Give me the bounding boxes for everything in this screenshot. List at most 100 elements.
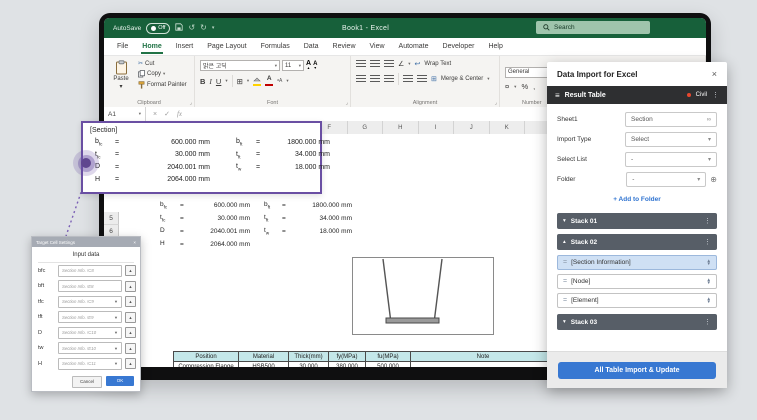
insert-function-icon[interactable]: fx xyxy=(177,110,182,118)
comma-format-button[interactable]: , xyxy=(533,82,535,91)
tab-automate[interactable]: Automate xyxy=(392,38,436,55)
stack-02-header[interactable]: ▴ Stack 02 ⋮ xyxy=(557,234,717,250)
stack-menu-icon[interactable]: ⋮ xyxy=(704,217,711,225)
drag-handle-icon[interactable]: = xyxy=(563,297,567,304)
stack-item-element[interactable]: = [Element] ▲▼ xyxy=(557,293,717,308)
paste-button[interactable]: Paste▾ xyxy=(109,60,133,96)
font-color-button[interactable]: A xyxy=(265,76,273,86)
cell-ref-select[interactable]: Section Info. !E9▼ xyxy=(58,311,122,323)
pick-cell-button[interactable]: ▲ xyxy=(125,296,136,307)
font-dialog-launcher-icon[interactable]: ⌟ xyxy=(346,100,348,106)
autosave-toggle[interactable]: Off xyxy=(146,23,170,34)
cell-ref-input[interactable]: Section Info. !C8 xyxy=(58,265,122,277)
number-format-select[interactable]: General▾ xyxy=(505,67,553,78)
reorder-icon[interactable]: ▲▼ xyxy=(707,260,711,265)
merge-center-button[interactable]: Merge & Center xyxy=(441,76,483,82)
pick-cell-button[interactable]: ▲ xyxy=(125,281,136,292)
drag-handle-icon[interactable]: = xyxy=(563,278,567,285)
drag-handle-icon[interactable]: = xyxy=(563,259,567,266)
cell-ref-input[interactable]: Section Info. !E8 xyxy=(58,280,122,292)
tab-developer[interactable]: Developer xyxy=(436,38,482,55)
reorder-icon[interactable]: ▲▼ xyxy=(707,298,711,303)
hamburger-icon[interactable]: ≡ xyxy=(555,91,560,100)
cell-ref-select[interactable]: Section Info. !C9▼ xyxy=(58,296,122,308)
cell-ref-select[interactable]: Section Info. !C10▼ xyxy=(58,327,122,339)
undo-icon[interactable]: ↺ xyxy=(188,24,195,32)
borders-button[interactable]: ⊞ xyxy=(237,77,243,86)
add-to-folder-link[interactable]: + Add to Folder xyxy=(557,196,717,203)
increase-indent-button[interactable] xyxy=(417,75,427,83)
stack-menu-icon[interactable]: ⋮ xyxy=(704,238,711,246)
pick-cell-button[interactable]: ▲ xyxy=(125,358,136,369)
tab-page-layout[interactable]: Page Layout xyxy=(200,38,253,55)
more-menu-icon[interactable]: ⋮ xyxy=(712,91,719,99)
all-table-import-button[interactable]: All Table Import & Update xyxy=(558,362,716,379)
column-header-k[interactable]: K xyxy=(490,121,526,134)
column-header-j[interactable]: J xyxy=(454,121,490,134)
bold-button[interactable]: B xyxy=(200,77,205,86)
align-left-button[interactable] xyxy=(356,75,366,83)
clipboard-dialog-launcher-icon[interactable]: ⌟ xyxy=(190,100,192,106)
row-header-5[interactable]: 5 xyxy=(104,212,119,225)
tab-view[interactable]: View xyxy=(363,38,392,55)
stack-03-header[interactable]: ▾ Stack 03 ⋮ xyxy=(557,314,717,330)
cell-ref-select[interactable]: Section Info. !C11▼ xyxy=(58,358,122,370)
italic-button[interactable]: I xyxy=(209,77,212,86)
name-box[interactable]: A1▾ xyxy=(104,107,146,121)
stack-item-node[interactable]: = [Node] ▲▼ xyxy=(557,274,717,289)
decrease-font-button[interactable]: A▼ xyxy=(313,61,317,71)
import-type-select[interactable]: Select▾ xyxy=(625,132,717,147)
align-right-button[interactable] xyxy=(384,75,394,83)
align-center-button[interactable] xyxy=(370,75,380,83)
folder-select[interactable]: -▾ xyxy=(626,172,706,187)
format-painter-button[interactable]: Format Painter xyxy=(138,81,187,89)
cut-button[interactable]: ✂Cut xyxy=(138,60,187,67)
tab-data[interactable]: Data xyxy=(297,38,326,55)
ok-button[interactable]: OK xyxy=(106,376,134,386)
reorder-icon[interactable]: ▲▼ xyxy=(707,279,711,284)
column-header-i[interactable]: I xyxy=(419,121,455,134)
ribbon-options-icon[interactable]: ▾ xyxy=(212,26,215,31)
align-top-button[interactable] xyxy=(356,60,366,68)
pick-cell-button[interactable]: ▲ xyxy=(125,343,136,354)
panel-close-icon[interactable]: × xyxy=(712,69,717,79)
stack-menu-icon[interactable]: ⋮ xyxy=(704,318,711,326)
decrease-indent-button[interactable] xyxy=(403,75,413,83)
dialog-titlebar[interactable]: Target Cell Settings× xyxy=(32,237,140,247)
tab-review[interactable]: Review xyxy=(326,38,363,55)
add-folder-icon[interactable]: ⊕ xyxy=(710,175,717,184)
column-header-g[interactable]: G xyxy=(348,121,384,134)
pick-cell-button[interactable]: ▲ xyxy=(125,312,136,323)
copy-button[interactable]: Copy▾ xyxy=(138,70,187,78)
alignment-dialog-launcher-icon[interactable]: ⌟ xyxy=(495,100,497,106)
wrap-text-button[interactable]: Wrap Text xyxy=(424,61,451,67)
underline-button[interactable]: U xyxy=(216,77,221,86)
stack-item-section-information[interactable]: = [Section Information] ▲▼ xyxy=(557,255,717,270)
percent-format-button[interactable]: % xyxy=(521,82,528,91)
pick-cell-button[interactable]: ▲ xyxy=(125,265,136,276)
accounting-format-button[interactable]: ¤ xyxy=(505,82,509,91)
cell-ref-select[interactable]: Section Info. !E10▼ xyxy=(58,342,122,354)
orientation-button[interactable]: ∠ xyxy=(398,60,404,68)
result-table-header[interactable]: ≡ Result Table Civil ⋮ xyxy=(547,86,727,104)
pick-cell-button[interactable]: ▲ xyxy=(125,327,136,338)
column-header-h[interactable]: H xyxy=(383,121,419,134)
align-bottom-button[interactable] xyxy=(384,60,394,68)
tab-formulas[interactable]: Formulas xyxy=(254,38,297,55)
confirm-entry-icon[interactable]: ✓ xyxy=(164,110,170,118)
align-middle-button[interactable] xyxy=(370,60,380,68)
redo-icon[interactable]: ↻ xyxy=(200,24,207,32)
cancel-entry-icon[interactable]: × xyxy=(153,111,157,118)
tab-file[interactable]: File xyxy=(110,38,135,55)
tab-insert[interactable]: Insert xyxy=(169,38,201,55)
font-size-select[interactable]: 11▾ xyxy=(282,60,304,71)
dialog-close-icon[interactable]: × xyxy=(133,240,136,245)
tab-help[interactable]: Help xyxy=(481,38,509,55)
stack-01-header[interactable]: ▾ Stack 01 ⋮ xyxy=(557,213,717,229)
search-input[interactable]: Search xyxy=(536,21,650,34)
tab-home[interactable]: Home xyxy=(135,38,168,55)
font-name-select[interactable]: 맑은 고딕▾ xyxy=(200,60,280,71)
phonetic-button[interactable]: ᵃA xyxy=(277,78,282,84)
cancel-button[interactable]: Cancel xyxy=(72,376,102,388)
sheet-name-input[interactable]: Section∞ xyxy=(625,112,717,127)
